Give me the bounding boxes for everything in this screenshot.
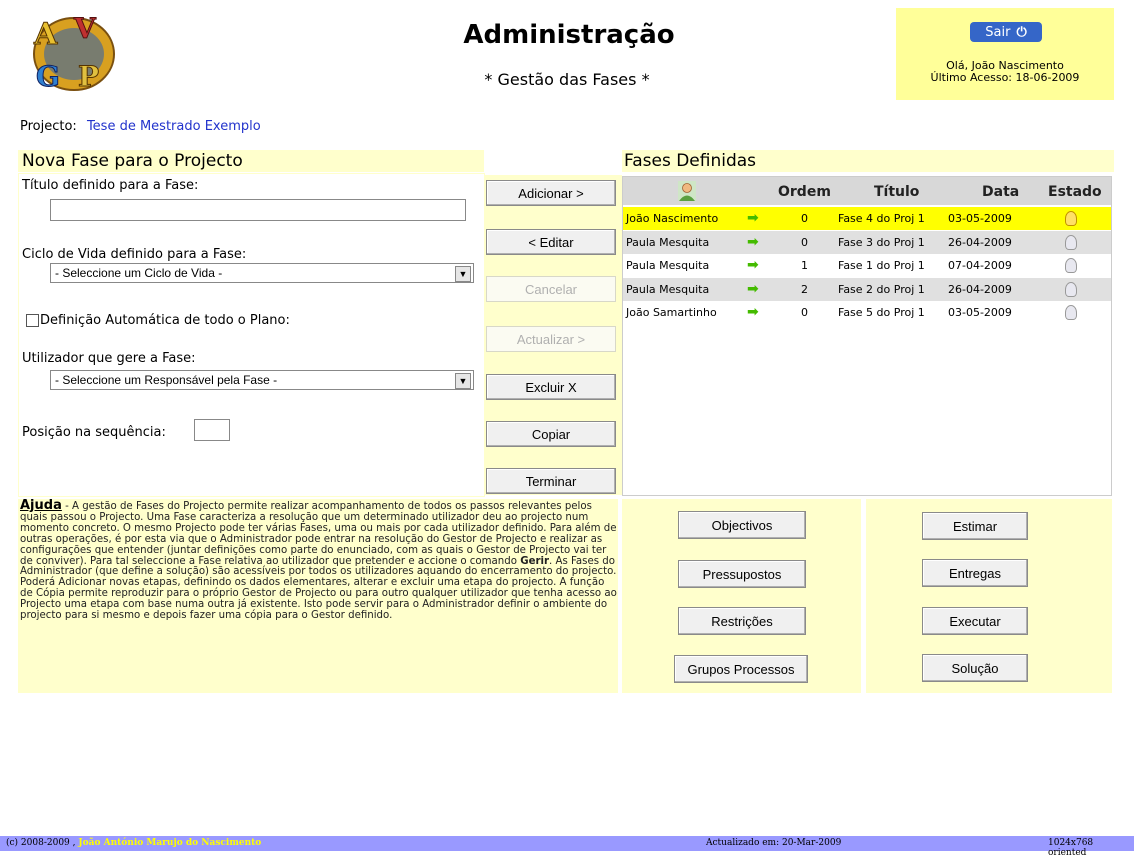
status-bulb-icon	[1065, 211, 1077, 226]
phase-row[interactable]: Paula Mesquita ➡ 0 Fase 3 do Proj 1 26-04-20…	[623, 231, 1111, 254]
assumptions-button[interactable]: Pressupostos	[678, 560, 806, 588]
col-title: Título	[874, 184, 920, 200]
phase-order: 0	[801, 212, 808, 225]
process-groups-button[interactable]: Grupos Processos	[674, 655, 808, 683]
solution-button[interactable]: Solução	[922, 654, 1028, 682]
lifecycle-label: Ciclo de Vida definido para a Fase:	[22, 247, 247, 262]
phase-date: 03-05-2009	[948, 306, 1012, 319]
copyright-text: (c) 2008-2009 ,	[6, 838, 76, 848]
help-text-bold: Gerir	[520, 555, 550, 567]
phase-user: Paula Mesquita	[626, 259, 710, 272]
estimate-button[interactable]: Estimar	[922, 512, 1028, 540]
col-date: Data	[982, 184, 1020, 200]
user-info: Olá, João Nascimento Último Acesso: 18-0…	[896, 60, 1114, 84]
edit-button[interactable]: < Editar	[486, 229, 616, 255]
footer-resolution: 1024x768 oriented	[1048, 838, 1094, 858]
phase-order: 1	[801, 259, 808, 272]
phase-title: Fase 5 do Proj 1	[838, 306, 925, 319]
finish-button[interactable]: Terminar	[486, 468, 616, 494]
phase-row[interactable]: Paula Mesquita ➡ 2 Fase 2 do Proj 1 26-04-20…	[623, 278, 1111, 301]
project-line: Projecto: Tese de Mestrado Exemplo	[20, 119, 261, 134]
add-button[interactable]: Adicionar >	[486, 180, 616, 206]
position-input[interactable]	[194, 419, 230, 441]
status-bulb-icon	[1065, 282, 1077, 297]
cancel-button[interactable]: Cancelar	[486, 276, 616, 302]
deliveries-button[interactable]: Entregas	[922, 559, 1028, 587]
auto-plan-label: Definição Automática de todo o Plano:	[40, 313, 290, 328]
phase-row[interactable]: João Samartinho ➡ 0 Fase 5 do Proj 1 03-05-2…	[623, 301, 1111, 324]
new-phase-form	[18, 173, 485, 497]
power-icon: ⏻	[1016, 24, 1027, 40]
manager-select[interactable]: - Seleccione um Responsável pela Fase - …	[50, 370, 474, 390]
phase-row[interactable]: Paula Mesquita ➡ 1 Fase 1 do Proj 1 07-04-20…	[623, 254, 1111, 277]
title-input[interactable]	[50, 199, 466, 221]
phase-title: Fase 4 do Proj 1	[838, 212, 925, 225]
last-access: Último Acesso: 18-06-2009	[930, 71, 1080, 84]
lifecycle-select[interactable]: - Seleccione um Ciclo de Vida - ▼	[50, 263, 474, 283]
status-bulb-icon	[1065, 235, 1077, 250]
manager-selected: - Seleccione um Responsável pela Fase -	[55, 373, 278, 387]
status-bulb-icon	[1065, 258, 1077, 273]
phase-date: 26-04-2009	[948, 236, 1012, 249]
phases-table-header	[623, 177, 1111, 205]
dropdown-arrow-icon[interactable]: ▼	[455, 266, 471, 282]
phase-row[interactable]: João Nascimento ➡ 0 Fase 4 do Proj 1 03-05-2…	[623, 207, 1111, 230]
help-text-2: . As Fases do Administrador (que define …	[20, 555, 617, 622]
manager-label: Utilizador que gere a Fase:	[22, 351, 196, 366]
phase-date: 07-04-2009	[948, 259, 1012, 272]
dropdown-arrow-icon[interactable]: ▼	[455, 373, 471, 389]
col-order: Ordem	[778, 184, 831, 200]
footer-copyright: (c) 2008-2009 , João António Marujo do N…	[6, 838, 261, 848]
help-text: Ajuda - A gestão de Fases do Projecto pe…	[20, 498, 618, 622]
status-bulb-icon	[1065, 305, 1077, 320]
objectives-button[interactable]: Objectivos	[678, 511, 806, 539]
execute-button[interactable]: Executar	[922, 607, 1028, 635]
user-avatar-icon	[678, 181, 696, 201]
phase-user: João Samartinho	[626, 306, 717, 319]
lifecycle-selected: - Seleccione um Ciclo de Vida -	[55, 266, 223, 280]
phase-date: 26-04-2009	[948, 283, 1012, 296]
phase-user: Paula Mesquita	[626, 283, 710, 296]
title-label: Título definido para a Fase:	[22, 178, 199, 193]
col-status: Estado	[1048, 184, 1102, 200]
arrow-right-icon[interactable]: ➡	[747, 281, 759, 297]
phase-title: Fase 2 do Proj 1	[838, 283, 925, 296]
arrow-right-icon[interactable]: ➡	[747, 234, 759, 250]
copy-button[interactable]: Copiar	[486, 421, 616, 447]
restrictions-button[interactable]: Restrições	[678, 607, 806, 635]
help-keyword: Ajuda	[20, 498, 62, 513]
phase-order: 2	[801, 283, 808, 296]
arrow-right-icon[interactable]: ➡	[747, 304, 759, 320]
update-button[interactable]: Actualizar >	[486, 326, 616, 352]
author-link[interactable]: João António Marujo do Nascimento	[78, 838, 261, 848]
phase-order: 0	[801, 306, 808, 319]
footer-updated: Actualizado em: 20-Mar-2009	[706, 838, 842, 848]
phase-order: 0	[801, 236, 808, 249]
auto-plan-checkbox[interactable]	[26, 314, 39, 327]
phase-user: João Nascimento	[626, 212, 719, 225]
logout-button[interactable]: Sair ⏻	[970, 22, 1042, 42]
logout-label: Sair	[985, 24, 1011, 40]
project-label: Projecto:	[20, 119, 77, 134]
phase-date: 03-05-2009	[948, 212, 1012, 225]
new-phase-header: Nova Fase para o Projecto	[18, 150, 484, 172]
phase-title: Fase 1 do Proj 1	[838, 259, 925, 272]
project-name: Tese de Mestrado Exemplo	[86, 119, 261, 134]
phase-title: Fase 3 do Proj 1	[838, 236, 925, 249]
phases-header: Fases Definidas	[622, 150, 1114, 172]
delete-button[interactable]: Excluir X	[486, 374, 616, 400]
phase-user: Paula Mesquita	[626, 236, 710, 249]
position-label: Posição na sequência:	[22, 425, 166, 440]
arrow-right-icon[interactable]: ➡	[747, 210, 759, 226]
arrow-right-icon[interactable]: ➡	[747, 257, 759, 273]
